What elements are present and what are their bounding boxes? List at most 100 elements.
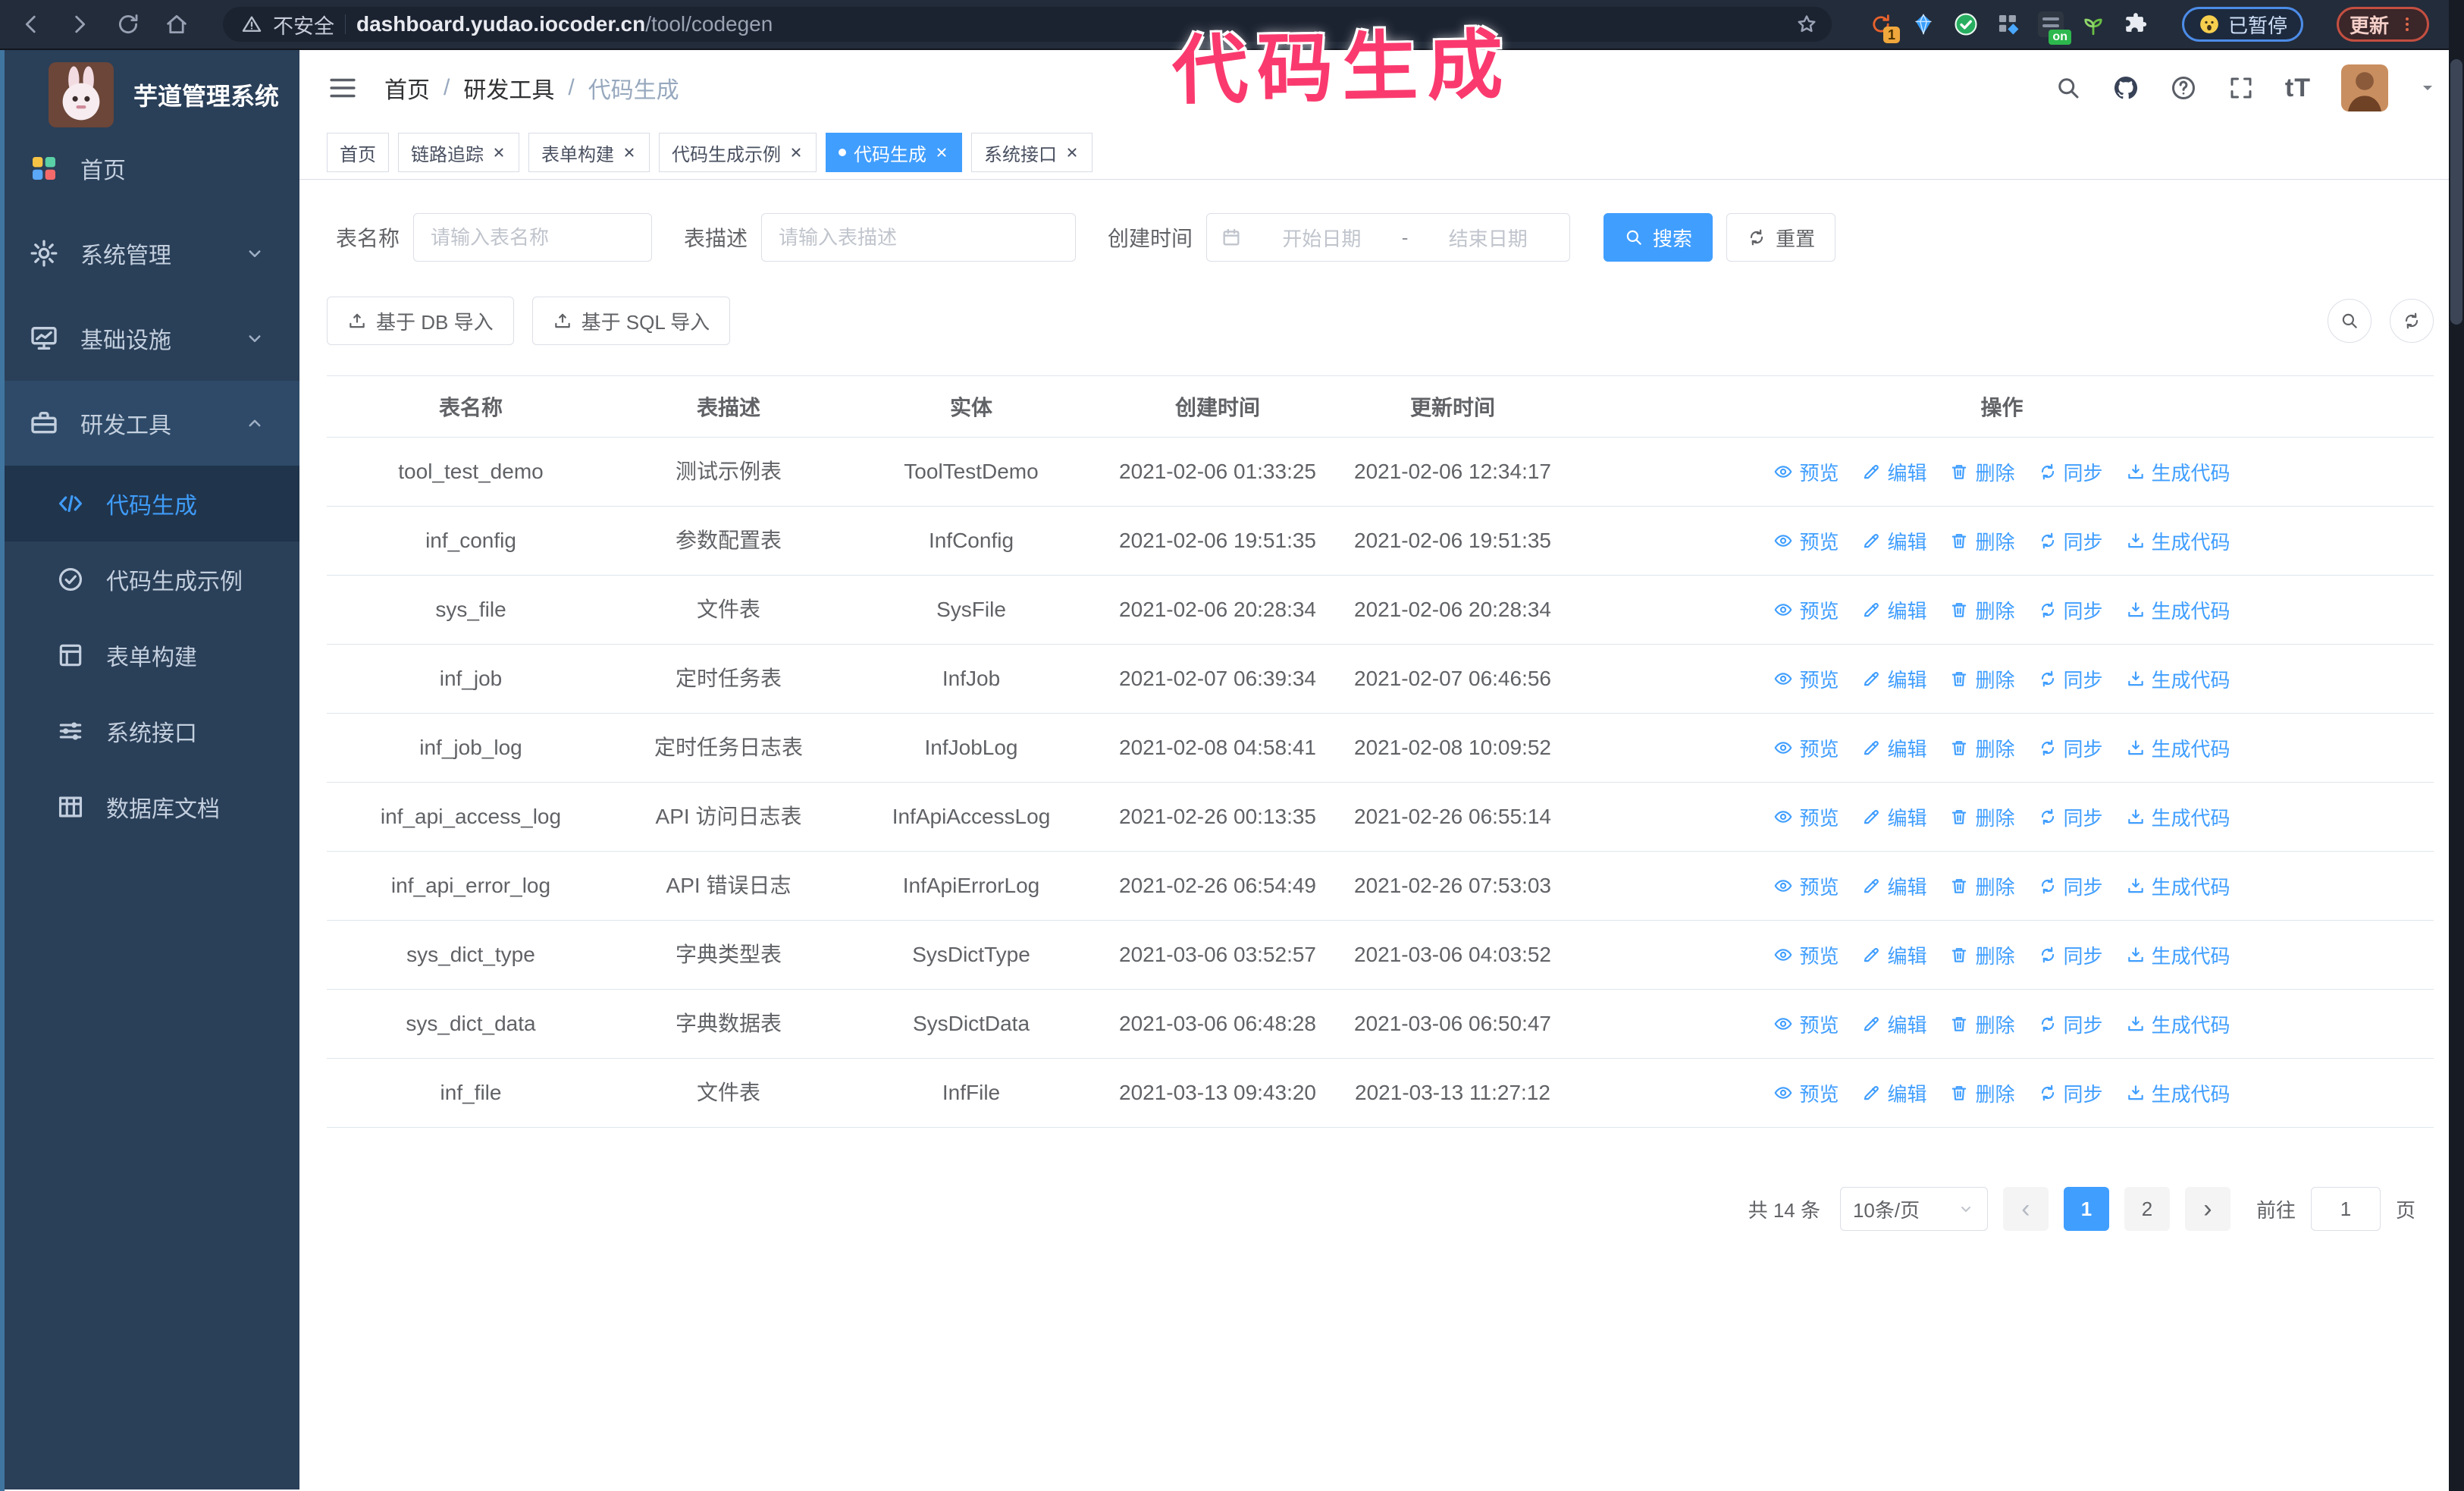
preview-action[interactable]: 预览 [1773, 1010, 1839, 1038]
hamburger-icon[interactable] [327, 72, 359, 104]
edit-action[interactable]: 编辑 [1861, 527, 1926, 555]
edit-action[interactable]: 编辑 [1861, 1010, 1926, 1038]
sync-action[interactable]: 同步 [2038, 1010, 2103, 1038]
edit-action[interactable]: 编辑 [1861, 1079, 1926, 1107]
extension-circle-arrow-icon[interactable]: 1 [1865, 8, 1900, 43]
sidebar-item-system[interactable]: 系统管理 [0, 211, 299, 296]
delete-action[interactable]: 删除 [1949, 665, 2015, 693]
search-icon[interactable] [2055, 74, 2082, 102]
kebab-menu-icon[interactable] [2398, 15, 2416, 33]
page-size-select[interactable]: 10条/页 [1839, 1187, 1988, 1231]
preview-action[interactable]: 预览 [1773, 527, 1839, 555]
breadcrumb-item[interactable]: 研发工具 [463, 71, 554, 105]
github-icon[interactable] [2112, 74, 2140, 102]
import-db-button[interactable]: 基于 DB 导入 [327, 297, 514, 345]
generate-code-action[interactable]: 生成代码 [2126, 872, 2230, 900]
help-icon[interactable] [2170, 74, 2197, 102]
preview-action[interactable]: 预览 [1773, 458, 1839, 486]
generate-code-action[interactable]: 生成代码 [2126, 803, 2230, 831]
sync-action[interactable]: 同步 [2038, 803, 2103, 831]
sidebar-item-infrastructure[interactable]: 基础设施 [0, 296, 299, 381]
update-button[interactable]: 更新 [2336, 7, 2429, 42]
close-icon[interactable] [491, 145, 506, 160]
delete-action[interactable]: 删除 [1949, 1079, 2015, 1107]
delete-action[interactable]: 删除 [1949, 527, 2015, 555]
page-2-button[interactable]: 2 [2124, 1187, 2170, 1231]
generate-code-action[interactable]: 生成代码 [2126, 527, 2230, 555]
delete-action[interactable]: 删除 [1949, 872, 2015, 900]
preview-action[interactable]: 预览 [1773, 665, 1839, 693]
edit-action[interactable]: 编辑 [1861, 872, 1926, 900]
extension-tabs-icon[interactable]: on [2035, 8, 2071, 45]
close-icon[interactable] [1064, 145, 1080, 160]
address-bar[interactable]: 不安全 dashboard.yudao.iocoder.cn/tool/code… [223, 7, 1832, 42]
security-warning-icon[interactable] [241, 14, 262, 35]
generate-code-action[interactable]: 生成代码 [2126, 596, 2230, 624]
refresh-table-button[interactable] [2390, 299, 2434, 343]
generate-code-action[interactable]: 生成代码 [2126, 1079, 2230, 1107]
bookmark-star-icon[interactable] [1795, 13, 1818, 36]
table-desc-input[interactable] [761, 213, 1077, 262]
generate-code-action[interactable]: 生成代码 [2126, 941, 2230, 969]
extension-grid-icon[interactable] [1992, 8, 2024, 40]
reset-button[interactable]: 重置 [1726, 213, 1836, 262]
extension-check-icon[interactable] [1950, 8, 1982, 40]
paused-badge[interactable]: 已暂停 [2181, 7, 2303, 42]
delete-action[interactable]: 删除 [1949, 803, 2015, 831]
extension-gem-icon[interactable] [1908, 8, 1939, 40]
prev-page-button[interactable]: ‹ [2002, 1187, 2049, 1231]
sync-action[interactable]: 同步 [2038, 734, 2103, 762]
breadcrumb-item[interactable]: 首页 [384, 71, 430, 105]
sync-action[interactable]: 同步 [2038, 596, 2103, 624]
extensions-puzzle-icon[interactable] [2120, 8, 2152, 40]
sync-action[interactable]: 同步 [2038, 1079, 2103, 1107]
avatar[interactable] [2341, 64, 2388, 111]
back-icon[interactable] [18, 11, 44, 37]
goto-page-input[interactable] [2310, 1187, 2381, 1231]
preview-action[interactable]: 预览 [1773, 872, 1839, 900]
date-range-picker[interactable]: 开始日期 - 结束日期 [1206, 213, 1571, 262]
sidebar-subitem-system-api[interactable]: 系统接口 [0, 693, 299, 769]
delete-action[interactable]: 删除 [1949, 941, 2015, 969]
edit-action[interactable]: 编辑 [1861, 665, 1926, 693]
sync-action[interactable]: 同步 [2038, 665, 2103, 693]
edit-action[interactable]: 编辑 [1861, 458, 1926, 486]
next-page-button[interactable]: › [2184, 1187, 2230, 1231]
edit-action[interactable]: 编辑 [1861, 803, 1926, 831]
preview-action[interactable]: 预览 [1773, 596, 1839, 624]
delete-action[interactable]: 删除 [1949, 458, 2015, 486]
generate-code-action[interactable]: 生成代码 [2126, 734, 2230, 762]
close-icon[interactable] [622, 145, 637, 160]
sidebar-subitem-form-builder[interactable]: 表单构建 [0, 617, 299, 693]
sidebar-item-dev-tools[interactable]: 研发工具 [0, 381, 299, 466]
font-size-icon[interactable]: tT [2285, 74, 2311, 103]
close-icon[interactable] [788, 145, 804, 160]
sync-action[interactable]: 同步 [2038, 941, 2103, 969]
delete-action[interactable]: 删除 [1949, 734, 2015, 762]
sidebar-subitem-codegen-example[interactable]: 代码生成示例 [0, 541, 299, 617]
import-sql-button[interactable]: 基于 SQL 导入 [531, 297, 731, 345]
home-icon[interactable] [164, 11, 190, 37]
sidebar-subitem-db-doc[interactable]: 数据库文档 [0, 769, 299, 845]
sidebar-subitem-codegen[interactable]: 代码生成 [0, 466, 299, 541]
sidebar-item-home[interactable]: 首页 [0, 126, 299, 211]
preview-action[interactable]: 预览 [1773, 1079, 1839, 1107]
preview-action[interactable]: 预览 [1773, 941, 1839, 969]
generate-code-action[interactable]: 生成代码 [2126, 665, 2230, 693]
table-name-input[interactable] [413, 213, 653, 262]
tab-0[interactable]: 首页 [327, 133, 389, 172]
generate-code-action[interactable]: 生成代码 [2126, 458, 2230, 486]
preview-action[interactable]: 预览 [1773, 803, 1839, 831]
reload-icon[interactable] [115, 11, 141, 37]
sync-action[interactable]: 同步 [2038, 872, 2103, 900]
delete-action[interactable]: 删除 [1949, 596, 2015, 624]
sync-action[interactable]: 同步 [2038, 458, 2103, 486]
tab-3[interactable]: 代码生成示例 [659, 133, 817, 172]
toggle-search-button[interactable] [2328, 299, 2372, 343]
sync-action[interactable]: 同步 [2038, 527, 2103, 555]
tab-1[interactable]: 链路追踪 [398, 133, 519, 172]
fullscreen-icon[interactable] [2227, 74, 2255, 102]
extension-sprout-icon[interactable] [2077, 8, 2109, 40]
tab-5[interactable]: 系统接口 [971, 133, 1092, 172]
edit-action[interactable]: 编辑 [1861, 941, 1926, 969]
